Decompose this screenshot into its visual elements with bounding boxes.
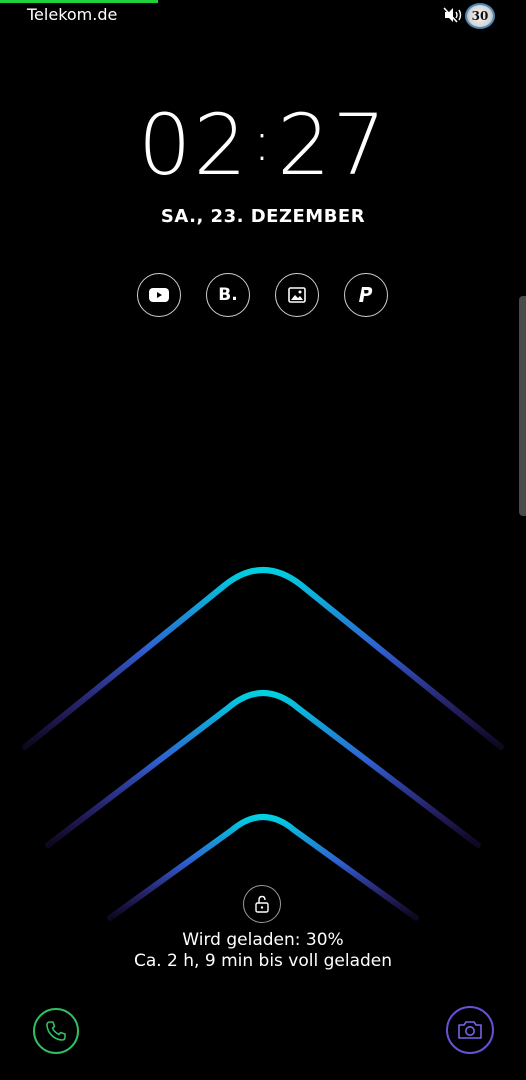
clock-minutes: 27 [277, 96, 388, 194]
status-bar: Telekom.de 30 [0, 0, 526, 32]
charging-time-remaining: Ca. 2 h, 9 min bis voll geladen [133, 951, 393, 971]
carrier-name: Telekom.de [27, 5, 118, 24]
camera-shortcut[interactable] [446, 1006, 494, 1054]
lock-screen: Telekom.de 30 02:27 SA., 23. DEZEMBER B. [0, 0, 526, 1080]
clock: 02:27 [0, 103, 526, 187]
booking-shortcut[interactable]: B. [206, 273, 250, 317]
camera-icon [458, 1021, 482, 1039]
paypal-shortcut[interactable] [344, 273, 388, 317]
vibrate-mute-icon [443, 7, 462, 23]
battery-level: 30 [471, 9, 489, 23]
youtube-icon [149, 288, 169, 302]
youtube-shortcut[interactable] [137, 273, 181, 317]
charging-status: Wird geladen: 30% [182, 930, 344, 950]
clock-hours: 02 [138, 96, 249, 194]
phone-shortcut[interactable] [33, 1008, 79, 1054]
app-shortcuts: B. [0, 273, 526, 319]
paypal-icon [359, 287, 373, 302]
padlock-icon [255, 895, 269, 913]
unlock-icon[interactable] [243, 885, 281, 923]
booking-icon: B. [218, 285, 238, 305]
gallery-icon [288, 287, 306, 303]
clock-separator: : [252, 110, 274, 173]
gallery-shortcut[interactable] [275, 273, 319, 317]
phone-icon [46, 1021, 66, 1041]
edge-panel-handle[interactable] [519, 296, 526, 516]
battery-circle-icon: 30 [465, 3, 495, 29]
date: SA., 23. DEZEMBER [160, 206, 366, 227]
